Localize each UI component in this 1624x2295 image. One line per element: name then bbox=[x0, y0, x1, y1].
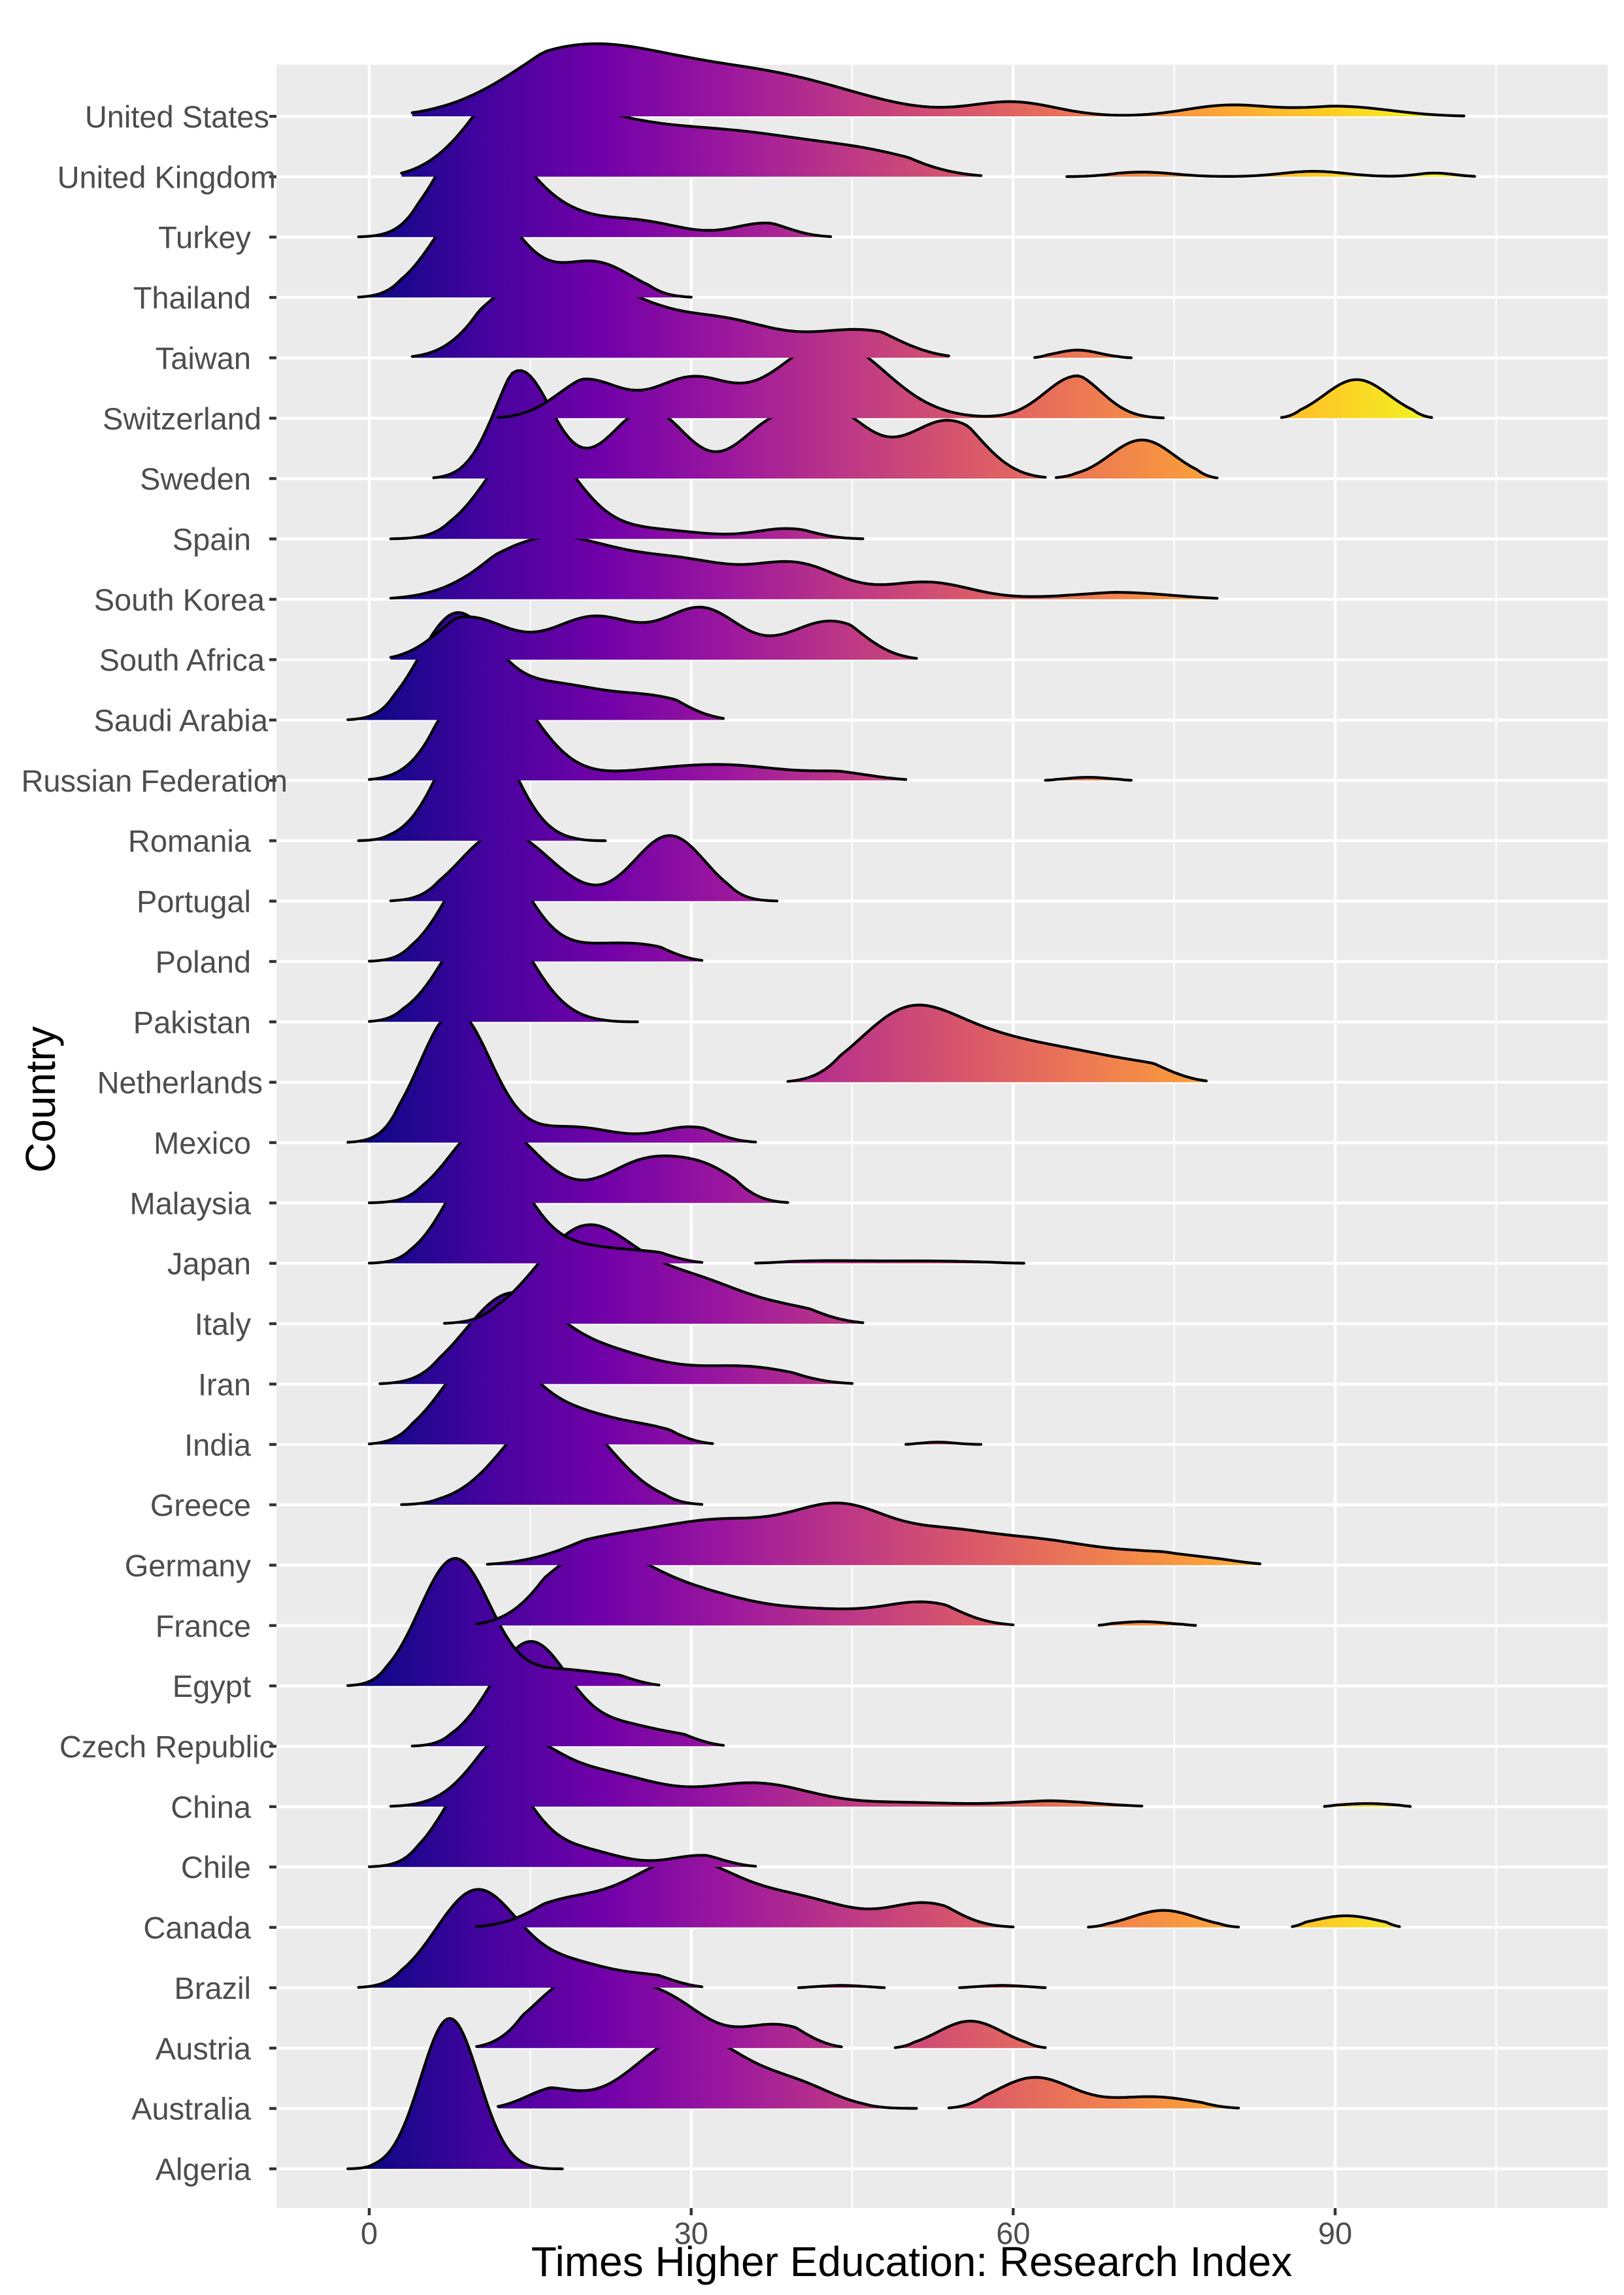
y-tick-label: Greece bbox=[150, 1488, 251, 1522]
y-tick-label: Algeria bbox=[156, 2152, 252, 2186]
y-tick-label: Japan bbox=[167, 1247, 251, 1281]
y-tick-label: Chile bbox=[181, 1850, 251, 1885]
y-tick-label: Poland bbox=[156, 945, 251, 979]
y-tick-label: Saudi Arabia bbox=[93, 703, 268, 738]
y-tick-label: Taiwan bbox=[156, 341, 251, 375]
y-tick-label: Germany bbox=[125, 1548, 252, 1583]
y-tick-label: Pakistan bbox=[133, 1005, 251, 1039]
x-axis-title: Times Higher Education: Research Index bbox=[531, 2238, 1292, 2285]
y-tick-label: France bbox=[156, 1609, 251, 1643]
y-tick-label: Australia bbox=[131, 2092, 252, 2126]
y-tick-label: South Africa bbox=[99, 643, 265, 677]
y-tick-label: Iran bbox=[198, 1367, 251, 1401]
y-tick-label: South Korea bbox=[94, 582, 265, 617]
y-tick-label: Turkey bbox=[158, 220, 251, 255]
y-tick-label: Spain bbox=[173, 522, 251, 556]
y-tick-label: Switzerland bbox=[103, 401, 261, 436]
y-tick-label: Brazil bbox=[174, 1971, 251, 2005]
x-tick-label: 0 bbox=[361, 2216, 378, 2251]
ridgeline-chart: United States United Kingdom Turkey Thailan… bbox=[17, 42, 1608, 2285]
y-tick-label: United States bbox=[85, 99, 269, 134]
y-tick-label: Italy bbox=[195, 1307, 252, 1341]
y-tick-label: Czech Republic bbox=[59, 1730, 274, 1764]
y-tick-label: Portugal bbox=[137, 884, 251, 919]
y-tick-label: Sweden bbox=[140, 461, 251, 496]
y-tick-label: Austria bbox=[156, 2031, 252, 2066]
y-tick-label: Thailand bbox=[133, 280, 251, 315]
y-axis-title: Country bbox=[17, 1026, 64, 1173]
y-tick-label: Romania bbox=[128, 824, 252, 858]
y-tick-label: Canada bbox=[143, 1911, 251, 1945]
y-tick-label: Egypt bbox=[173, 1669, 251, 1703]
y-tick-label: Malaysia bbox=[130, 1186, 252, 1220]
y-tick-label: Netherlands bbox=[97, 1065, 263, 1100]
y-tick-label: United Kingdom bbox=[58, 159, 276, 194]
y-tick-label: China bbox=[171, 1790, 252, 1824]
x-tick-label: 90 bbox=[1318, 2216, 1352, 2251]
y-tick-label: Mexico bbox=[154, 1126, 251, 1160]
y-tick-label: India bbox=[184, 1428, 252, 1462]
y-tick-label: Russian Federation bbox=[21, 763, 288, 798]
